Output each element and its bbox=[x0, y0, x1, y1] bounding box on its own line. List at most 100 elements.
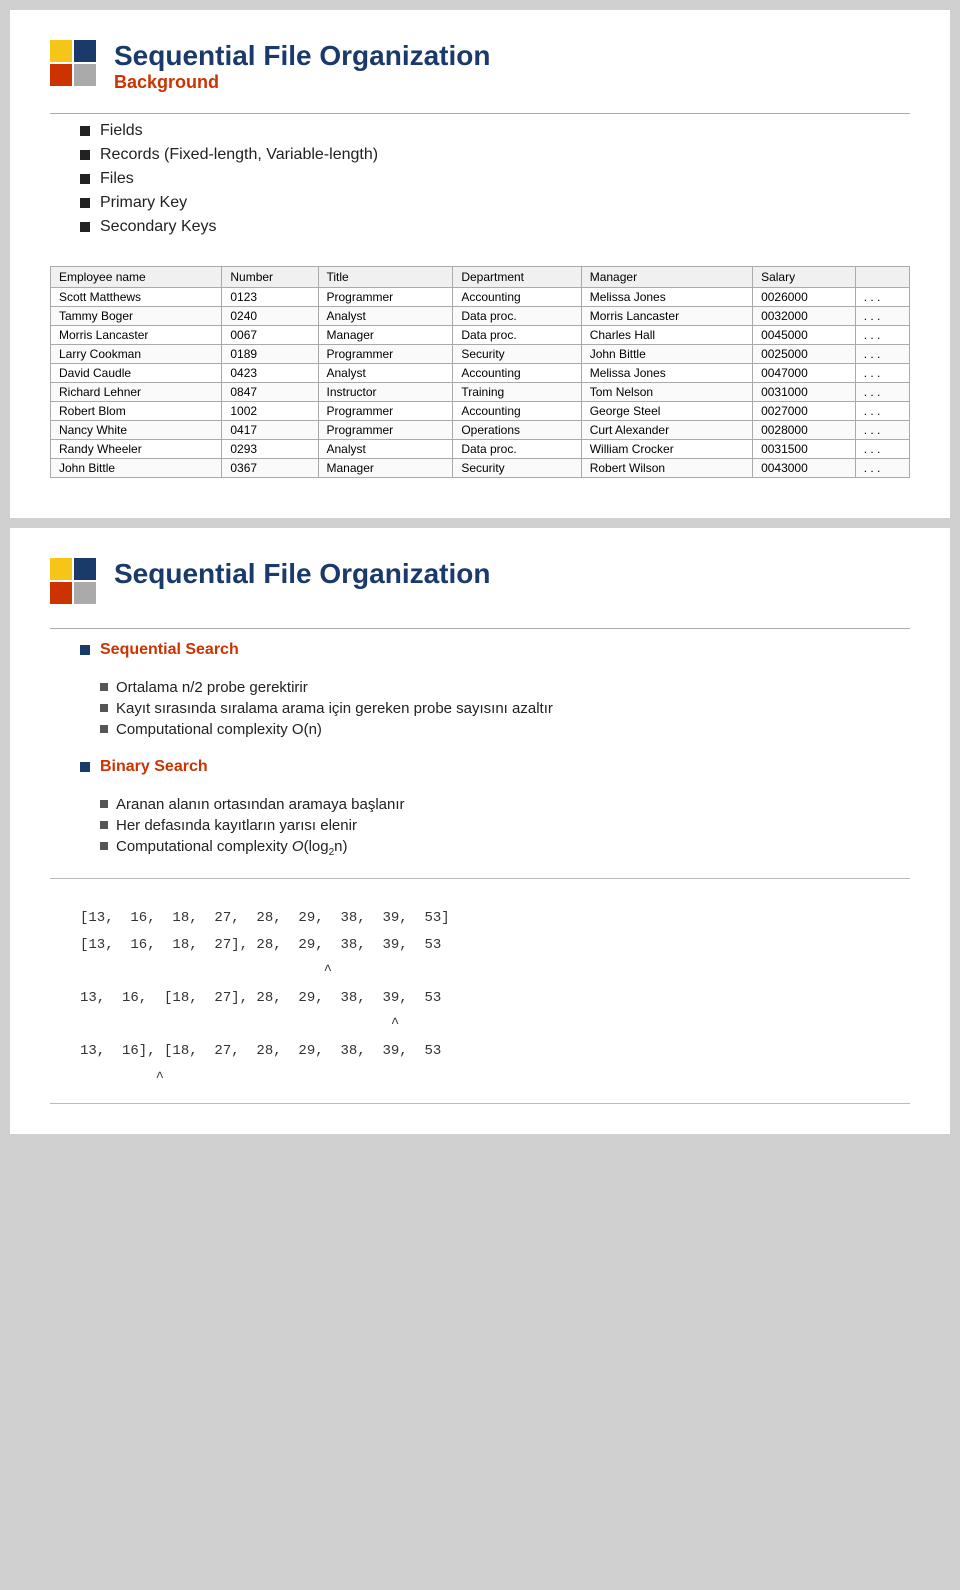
table-cell: Richard Lehner bbox=[51, 383, 222, 402]
table-cell: Morris Lancaster bbox=[581, 307, 752, 326]
table-cell: 0025000 bbox=[753, 345, 856, 364]
table-cell: 0123 bbox=[222, 288, 318, 307]
table-row: Robert Blom1002ProgrammerAccountingGeorg… bbox=[51, 402, 910, 421]
table-row: Randy Wheeler0293AnalystData proc.Willia… bbox=[51, 440, 910, 459]
table-cell: . . . bbox=[855, 288, 909, 307]
table-cell: Programmer bbox=[318, 345, 453, 364]
table-cell: 0417 bbox=[222, 421, 318, 440]
bullet-icon bbox=[80, 174, 90, 184]
table-cell: Accounting bbox=[453, 288, 581, 307]
table-cell: Tammy Boger bbox=[51, 307, 222, 326]
table-cell: 0293 bbox=[222, 440, 318, 459]
table-cell: Robert Wilson bbox=[581, 459, 752, 478]
col-header-number: Number bbox=[222, 267, 318, 288]
table-cell: 0026000 bbox=[753, 288, 856, 307]
table-cell: Nancy White bbox=[51, 421, 222, 440]
table-cell: 1002 bbox=[222, 402, 318, 421]
slide2-header: Sequential File Organization bbox=[50, 558, 910, 608]
table-cell: . . . bbox=[855, 345, 909, 364]
table-cell: Data proc. bbox=[453, 307, 581, 326]
table-cell: Accounting bbox=[453, 364, 581, 383]
table-row: Tammy Boger0240AnalystData proc.Morris L… bbox=[51, 307, 910, 326]
sequential-search-label: Sequential Search bbox=[100, 641, 239, 659]
table-cell: Analyst bbox=[318, 364, 453, 383]
binary-search-subbullets: Aranan alanın ortasından aramaya başlanı… bbox=[100, 796, 910, 858]
slide1-title: Sequential File Organization bbox=[114, 40, 491, 72]
table-cell: 0067 bbox=[222, 326, 318, 345]
binary-search-item: Binary Search bbox=[80, 758, 910, 776]
binary-search-label: Binary Search bbox=[100, 758, 208, 776]
table-cell: Charles Hall bbox=[581, 326, 752, 345]
table-row: Nancy White0417ProgrammerOperationsCurt … bbox=[51, 421, 910, 440]
table-cell: Randy Wheeler bbox=[51, 440, 222, 459]
table-cell: Larry Cookman bbox=[51, 345, 222, 364]
table-cell: 0367 bbox=[222, 459, 318, 478]
table-cell: . . . bbox=[855, 421, 909, 440]
bullet-icon bbox=[80, 150, 90, 160]
table-cell: . . . bbox=[855, 440, 909, 459]
table-cell: Analyst bbox=[318, 307, 453, 326]
table-row: Larry Cookman0189ProgrammerSecurityJohn … bbox=[51, 345, 910, 364]
table-cell: . . . bbox=[855, 307, 909, 326]
table-cell: Manager bbox=[318, 459, 453, 478]
table-cell: Curt Alexander bbox=[581, 421, 752, 440]
table-cell: . . . bbox=[855, 364, 909, 383]
bullet-icon bbox=[100, 725, 108, 733]
bullet-icon bbox=[100, 821, 108, 829]
table-cell: . . . bbox=[855, 459, 909, 478]
table-cell: Instructor bbox=[318, 383, 453, 402]
table-cell: . . . bbox=[855, 326, 909, 345]
table-cell: Programmer bbox=[318, 402, 453, 421]
col-header-manager: Manager bbox=[581, 267, 752, 288]
table-cell: Training bbox=[453, 383, 581, 402]
table-row: Richard Lehner0847InstructorTrainingTom … bbox=[51, 383, 910, 402]
array-line-0: [13, 16, 18, 27, 28, 29, 38, 39, 53] bbox=[80, 905, 890, 932]
table-cell: Melissa Jones bbox=[581, 364, 752, 383]
slide1-bullet-list: Fields Records (Fixed-length, Variable-l… bbox=[80, 122, 910, 236]
array-caret-1: ^ bbox=[80, 958, 890, 985]
list-item: Primary Key bbox=[80, 194, 910, 212]
bullet-icon bbox=[100, 842, 108, 850]
slide1-title-block: Sequential File Organization Background bbox=[114, 40, 491, 93]
table-cell: Security bbox=[453, 459, 581, 478]
table-cell: Security bbox=[453, 345, 581, 364]
table-cell: 0045000 bbox=[753, 326, 856, 345]
table-cell: Robert Blom bbox=[51, 402, 222, 421]
list-item: Computational complexity O(n) bbox=[100, 721, 910, 738]
list-item: Aranan alanın ortasından aramaya başlanı… bbox=[100, 796, 910, 813]
col-header-dept: Department bbox=[453, 267, 581, 288]
list-item: Computational complexity O(log2n) bbox=[100, 838, 910, 858]
slide2-section1-list: Sequential Search bbox=[80, 641, 910, 659]
table-cell: John Bittle bbox=[51, 459, 222, 478]
list-item: Secondary Keys bbox=[80, 218, 910, 236]
table-row: David Caudle0423AnalystAccountingMelissa… bbox=[51, 364, 910, 383]
slide-1: Sequential File Organization Background … bbox=[10, 10, 950, 518]
sequential-search-item: Sequential Search bbox=[80, 641, 910, 659]
table-cell: 0028000 bbox=[753, 421, 856, 440]
table-cell: Operations bbox=[453, 421, 581, 440]
bullet-icon bbox=[100, 800, 108, 808]
array-line-3: 13, 16], [18, 27, 28, 29, 38, 39, 53 bbox=[80, 1038, 890, 1065]
slide1-header: Sequential File Organization Background bbox=[50, 40, 910, 93]
list-item: Kayıt sırasında sıralama arama için gere… bbox=[100, 700, 910, 717]
sequential-search-subbullets: Ortalama n/2 probe gerektirir Kayıt sıra… bbox=[100, 679, 910, 738]
array-visualization: [13, 16, 18, 27, 28, 29, 38, 39, 53] [13… bbox=[70, 905, 890, 1091]
slide2-icon bbox=[50, 558, 100, 608]
list-item: Her defasında kayıtların yarısı elenir bbox=[100, 817, 910, 834]
table-cell: Data proc. bbox=[453, 440, 581, 459]
list-item: Fields bbox=[80, 122, 910, 140]
table-cell: Tom Nelson bbox=[581, 383, 752, 402]
complexity-log: Computational complexity O(log2n) bbox=[116, 838, 348, 858]
slide-2: Sequential File Organization Sequential … bbox=[10, 528, 950, 1134]
bullet-icon bbox=[100, 683, 108, 691]
table-cell: 0047000 bbox=[753, 364, 856, 383]
slide2-title-block: Sequential File Organization bbox=[114, 558, 491, 590]
table-cell: Programmer bbox=[318, 288, 453, 307]
bullet-icon bbox=[80, 645, 90, 655]
slide1-icon bbox=[50, 40, 100, 90]
table-cell: William Crocker bbox=[581, 440, 752, 459]
col-header-name: Employee name bbox=[51, 267, 222, 288]
table-cell: Accounting bbox=[453, 402, 581, 421]
table-cell: Programmer bbox=[318, 421, 453, 440]
table-cell: Scott Matthews bbox=[51, 288, 222, 307]
